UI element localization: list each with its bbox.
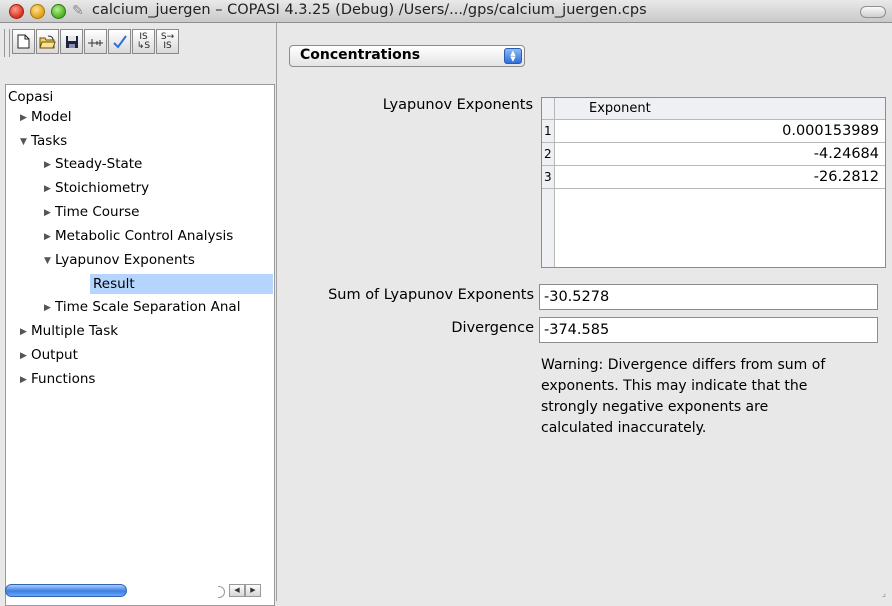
window-title: calcium_juergen – COPASI 4.3.25 (Debug) … xyxy=(92,2,647,18)
s-to-is-sublabel: IS xyxy=(163,40,172,51)
tree-item-label: Copasi xyxy=(8,89,54,105)
collapsed-triangle-icon[interactable]: ▶ xyxy=(20,370,31,390)
tree-item-copasi[interactable]: Copasi xyxy=(8,87,53,107)
title-bar: ✎ calcium_juergen – COPASI 4.3.25 (Debug… xyxy=(0,0,892,23)
toolbar-toggle-button[interactable] xyxy=(860,6,886,18)
tree-item-label: Result xyxy=(93,276,135,292)
panel-splitter[interactable] xyxy=(276,23,277,601)
collapsed-triangle-icon[interactable]: ▶ xyxy=(44,155,55,175)
tree-item-mca[interactable]: ▶ Metabolic Control Analysis xyxy=(44,226,233,246)
table-cell-exponent[interactable]: -4.24684 xyxy=(555,143,885,166)
sum-of-exponents-field[interactable]: -30.5278 xyxy=(539,284,878,310)
is-to-s-button[interactable]: IS ↳S xyxy=(132,29,155,54)
s-to-is-button[interactable]: S→ IS xyxy=(156,29,179,54)
tree-item-label: Lyapunov Exponents xyxy=(55,252,195,268)
slider-icon xyxy=(88,38,103,47)
tree-item-model[interactable]: ▶ Model xyxy=(20,107,72,127)
checkmark-icon xyxy=(112,34,127,49)
minimize-window-button[interactable] xyxy=(30,4,45,19)
collapsed-triangle-icon[interactable]: ▶ xyxy=(20,346,31,366)
table-cell-exponent[interactable]: 0.000153989 xyxy=(555,120,885,143)
scrollbar-track-end xyxy=(218,586,225,598)
scroll-right-button[interactable]: ▶ xyxy=(245,584,261,597)
column-header-exponent[interactable]: Exponent xyxy=(555,98,885,120)
row-header-3[interactable]: 3 xyxy=(542,166,555,189)
expanded-triangle-icon[interactable]: ▼ xyxy=(20,132,31,152)
divergence-warning: Warning: Divergence differs from sum of … xyxy=(541,357,826,436)
tree-item-label: Functions xyxy=(31,371,96,387)
tree-item-multiple-task[interactable]: ▶ Multiple Task xyxy=(20,321,118,341)
select-arrows-icon: ▲ ▼ xyxy=(504,48,522,64)
collapsed-triangle-icon[interactable]: ▶ xyxy=(20,322,31,342)
divergence-label: Divergence xyxy=(451,320,534,336)
tree-item-time-course[interactable]: ▶ Time Course xyxy=(44,202,139,222)
table-cell-exponent[interactable]: -26.2812 xyxy=(555,166,885,189)
tree-item-label: Time Course xyxy=(55,204,140,220)
tree-item-functions[interactable]: ▶ Functions xyxy=(20,369,95,389)
navigation-tree[interactable]: Copasi ▶ Model ▼ Tasks ▶ Steady-State ▶ Stoi… xyxy=(5,84,275,606)
exponents-table[interactable]: Exponent 1 0.000153989 2 -4.24684 3 -26.… xyxy=(541,97,886,268)
tree-item-tasks[interactable]: ▼ Tasks xyxy=(20,131,67,151)
table-corner[interactable] xyxy=(542,98,555,120)
row-header-2[interactable]: 2 xyxy=(542,143,555,166)
divergence-field[interactable]: -374.585 xyxy=(539,317,878,343)
collapsed-triangle-icon[interactable]: ▶ xyxy=(44,227,55,247)
tree-item-label: Model xyxy=(31,109,72,125)
collapsed-triangle-icon[interactable]: ▶ xyxy=(44,179,55,199)
tree-item-steady-state[interactable]: ▶ Steady-State xyxy=(44,154,142,174)
tree-item-time-scale-separation[interactable]: ▶ Time Scale Separation Anal xyxy=(44,297,240,317)
document-proxy-icon[interactable]: ✎ xyxy=(72,3,84,19)
toolbar: IS ↳S S→ IS xyxy=(0,23,275,63)
tree-item-label: Time Scale Separation Anal xyxy=(55,299,241,315)
sum-of-exponents-label: Sum of Lyapunov Exponents xyxy=(328,287,534,303)
row-header-1[interactable]: 1 xyxy=(542,120,555,143)
tree-item-label: Tasks xyxy=(31,133,68,149)
scrollbar-thumb[interactable] xyxy=(5,584,127,597)
toolbar-grip[interactable] xyxy=(4,29,10,57)
new-document-icon xyxy=(17,34,30,49)
new-document-button[interactable] xyxy=(12,29,35,54)
tree-item-lyapunov[interactable]: ▼ Lyapunov Exponents xyxy=(44,250,195,270)
is-to-s-sublabel: ↳S xyxy=(136,40,151,51)
open-folder-icon xyxy=(39,35,56,48)
zoom-window-button[interactable] xyxy=(51,4,66,19)
open-button[interactable] xyxy=(36,29,59,54)
resize-grip-icon[interactable]: ⌟ xyxy=(882,589,886,599)
check-model-button[interactable] xyxy=(108,29,131,54)
save-button[interactable] xyxy=(60,29,83,54)
collapsed-triangle-icon[interactable]: ▶ xyxy=(44,298,55,318)
row-header-filler xyxy=(542,189,555,267)
close-window-button[interactable] xyxy=(9,4,24,19)
slider-button[interactable] xyxy=(84,29,107,54)
collapsed-triangle-icon[interactable]: ▶ xyxy=(44,203,55,223)
tree-item-stoichiometry[interactable]: ▶ Stoichiometry xyxy=(44,178,149,198)
tree-item-label: Steady-State xyxy=(55,156,143,172)
floppy-disk-icon xyxy=(65,35,78,48)
tree-item-result[interactable]: Result xyxy=(90,274,273,294)
quantity-type-select[interactable]: Concentrations ▲ ▼ xyxy=(289,45,525,67)
scroll-left-button[interactable]: ◀ xyxy=(229,584,245,597)
collapsed-triangle-icon[interactable]: ▶ xyxy=(20,108,31,128)
tree-item-label: Stoichiometry xyxy=(55,180,150,196)
tree-horizontal-scrollbar[interactable]: ◀ ▶ xyxy=(3,583,266,599)
quantity-type-value: Concentrations xyxy=(300,47,421,63)
tree-item-label: Output xyxy=(31,347,78,363)
tree-item-label: Multiple Task xyxy=(31,323,119,339)
expanded-triangle-icon[interactable]: ▼ xyxy=(44,251,55,271)
tree-item-label: Metabolic Control Analysis xyxy=(55,228,234,244)
tree-item-output[interactable]: ▶ Output xyxy=(20,345,78,365)
lyapunov-exponents-label: Lyapunov Exponents xyxy=(382,97,533,113)
